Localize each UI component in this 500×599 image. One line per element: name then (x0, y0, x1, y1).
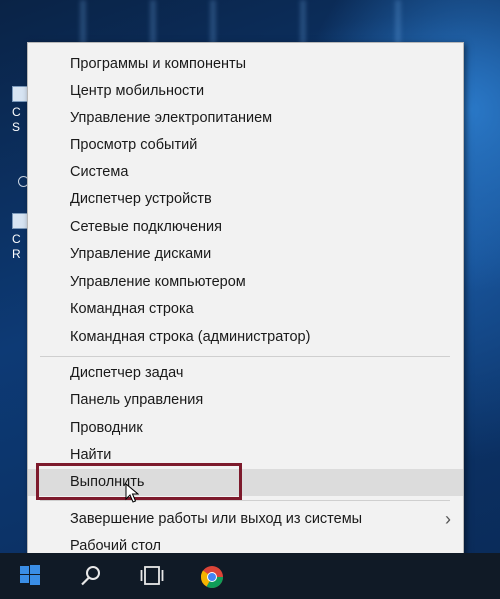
task-view-button[interactable] (126, 553, 174, 599)
menu-item-network-connections[interactable]: Сетевые подключения (28, 214, 463, 241)
desktop-shortcut-label-line2: S (12, 120, 21, 134)
desktop-shortcut-label-line2: R (12, 247, 21, 261)
menu-item-power-options[interactable]: Управление электропитанием (28, 105, 463, 132)
search-icon (81, 566, 100, 586)
menu-item-computer-management[interactable]: Управление компьютером (28, 269, 463, 296)
chrome-icon (200, 566, 223, 588)
desktop-shortcut[interactable]: C S (12, 86, 28, 135)
menu-item-file-explorer[interactable]: Проводник (28, 415, 463, 442)
start-button[interactable] (6, 553, 54, 599)
desktop-shortcut-label: C (12, 105, 21, 119)
menu-item-command-prompt-admin[interactable]: Командная строка (администратор) (28, 324, 463, 351)
shortcut-icon (12, 213, 28, 229)
search-button[interactable] (66, 553, 114, 599)
menu-item-system[interactable]: Система (28, 159, 463, 186)
menu-item-mobility-center[interactable]: Центр мобильности (28, 78, 463, 105)
shortcut-icon (12, 86, 28, 102)
chrome-taskbar-button[interactable] (186, 553, 234, 599)
menu-item-event-viewer[interactable]: Просмотр событий (28, 132, 463, 159)
task-view-icon (140, 566, 164, 585)
menu-item-device-manager[interactable]: Диспетчер устройств (28, 186, 463, 213)
mouse-pointer-icon (125, 482, 140, 508)
menu-item-shutdown-label: Завершение работы или выход из системы (70, 511, 363, 527)
menu-separator (40, 356, 450, 357)
desktop-shortcut[interactable]: C R (12, 213, 28, 262)
menu-item-task-manager[interactable]: Диспетчер задач (28, 360, 463, 387)
menu-item-disk-management[interactable]: Управление дисками (28, 241, 463, 268)
taskbar (0, 553, 500, 599)
menu-item-shutdown-or-sign-out[interactable]: Завершение работы или выход из системы › (28, 506, 463, 533)
menu-item-control-panel[interactable]: Панель управления (28, 387, 463, 414)
menu-separator (40, 500, 450, 501)
highlight-annotation-box (36, 463, 242, 500)
windows-start-icon (20, 565, 40, 585)
menu-item-programs-and-features[interactable]: Программы и компоненты (28, 51, 463, 78)
desktop-shortcut-label: C (12, 232, 21, 246)
menu-item-command-prompt[interactable]: Командная строка (28, 296, 463, 323)
chevron-right-icon: › (445, 509, 451, 529)
